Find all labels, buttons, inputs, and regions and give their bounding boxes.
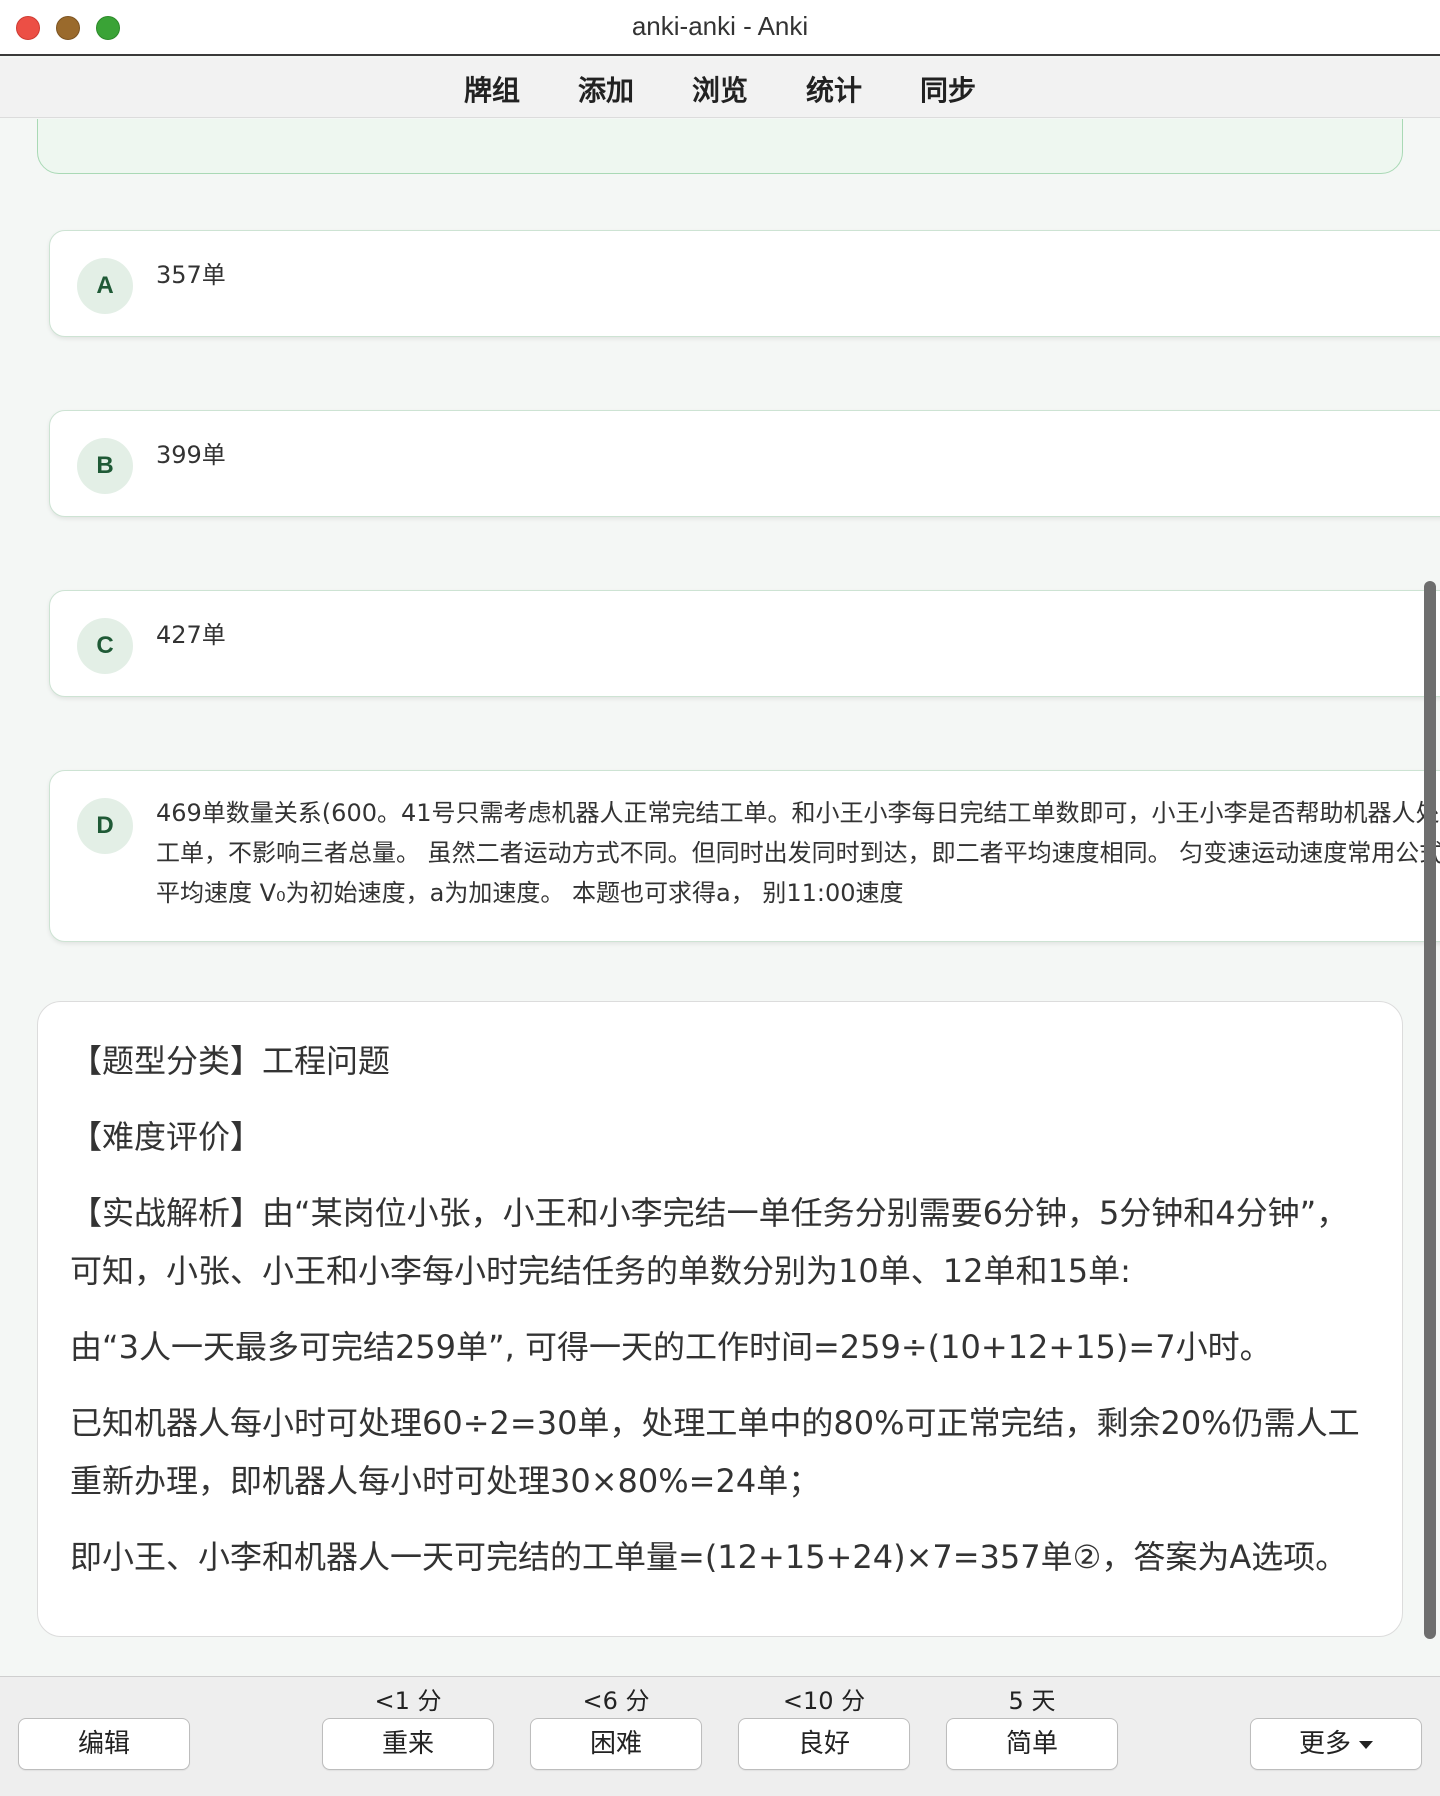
toolbar-sync[interactable]: 同步 — [891, 69, 1005, 109]
hard-interval: <6 分 — [582, 1687, 650, 1715]
easy-button[interactable]: 简单 — [946, 1718, 1118, 1770]
option-text: 399单 — [156, 441, 226, 469]
option-letter-badge: C — [77, 618, 133, 674]
review-bottom-bar: 编辑 <1 分 重来 <6 分 困难 <10 分 良好 5 天 简单 更多 — [0, 1676, 1440, 1796]
more-button[interactable]: 更多 — [1250, 1718, 1422, 1770]
hard-button[interactable]: 困难 — [530, 1718, 702, 1770]
main-toolbar: 牌组 添加 浏览 统计 同步 — [0, 58, 1440, 118]
again-button[interactable]: 重来 — [322, 1718, 494, 1770]
analysis-difficulty: 【难度评价】 — [70, 1118, 263, 1156]
option-a[interactable]: A 357单 — [49, 230, 1440, 337]
analysis-paragraph: 已知机器人每小时可处理60÷2=30单，处理工单中的80%可正常完结，剩余20%… — [70, 1404, 1360, 1500]
toolbar-browse[interactable]: 浏览 — [663, 69, 777, 109]
window-title: anki-anki - Anki — [631, 11, 809, 41]
analysis-category: 【题型分类】工程问题 — [70, 1042, 391, 1080]
option-c[interactable]: C 427单 — [49, 590, 1440, 697]
good-button[interactable]: 良好 — [738, 1718, 910, 1770]
option-text: 469单数量关系(600。41号只需考虑机器人正常完结工单。和小王小李每日完结工… — [156, 799, 1440, 907]
analysis-card: 【题型分类】工程问题 【难度评价】 【实战解析】由“某岗位小张，小王和小李完结一… — [37, 1001, 1403, 1637]
analysis-paragraph: 即小王、小李和机器人一天可完结的工单量=(12+15+24)×7=357单②，答… — [70, 1538, 1348, 1576]
toolbar-add[interactable]: 添加 — [549, 69, 663, 109]
scrollbar-thumb[interactable] — [1424, 581, 1436, 1639]
analysis-paragraph: 由“3人一天最多可完结259单”, 可得一天的工作时间=259÷(10+12+1… — [70, 1328, 1272, 1366]
anki-window: anki-anki - Anki 牌组 添加 浏览 统计 同步 A 357单 B… — [0, 0, 1440, 1796]
easy-interval: 5 天 — [1008, 1687, 1056, 1715]
edit-button[interactable]: 编辑 — [18, 1718, 190, 1770]
option-letter-badge: B — [77, 438, 133, 494]
question-card — [37, 119, 1403, 174]
option-letter-badge: A — [77, 258, 133, 314]
more-label: 更多 — [1298, 1729, 1351, 1759]
option-d[interactable]: D 469单数量关系(600。41号只需考虑机器人正常完结工单。和小王小李每日完… — [49, 770, 1440, 942]
toolbar-decks[interactable]: 牌组 — [435, 69, 549, 109]
card-content[interactable]: A 357单 B 399单 C 427单 D 469单数量关系(600。41号只… — [0, 119, 1440, 1675]
title-bar: anki-anki - Anki — [0, 0, 1440, 56]
again-interval: <1 分 — [374, 1687, 442, 1715]
option-text: 357单 — [156, 261, 226, 289]
option-text: 427单 — [156, 621, 226, 649]
toolbar-nav: 牌组 添加 浏览 统计 同步 — [435, 69, 1005, 109]
good-interval: <10 分 — [782, 1687, 866, 1715]
chevron-down-icon — [1359, 1740, 1373, 1749]
toolbar-stats[interactable]: 统计 — [777, 69, 891, 109]
option-letter-badge: D — [77, 798, 133, 854]
option-b[interactable]: B 399单 — [49, 410, 1440, 517]
analysis-paragraph: 【实战解析】由“某岗位小张，小王和小李完结一单任务分别需要6分钟，5分钟和4分钟… — [70, 1194, 1349, 1290]
